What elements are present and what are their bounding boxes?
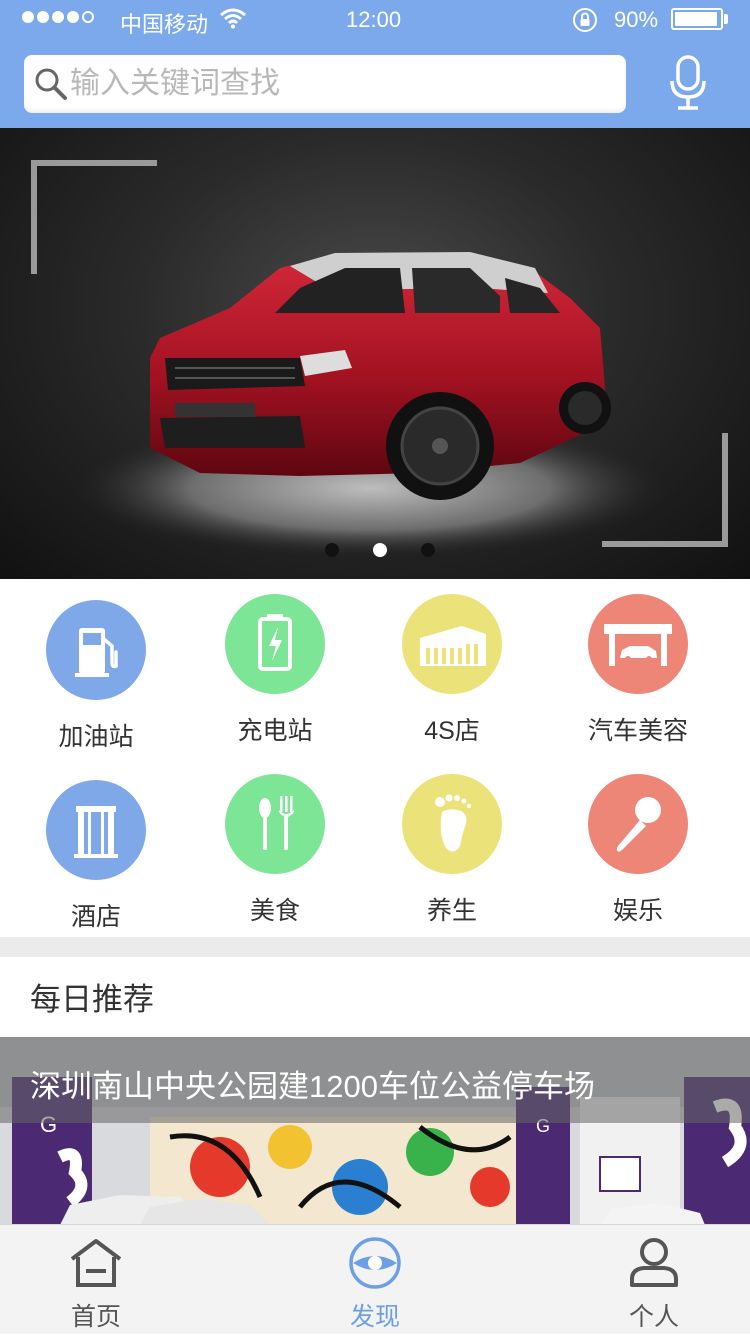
category-car-wash[interactable]: 汽车美容: [558, 579, 718, 749]
category-label: 4S店: [424, 717, 480, 745]
gas-station-icon: [46, 600, 146, 700]
carrier-name: 中国移动: [120, 12, 209, 37]
frame-corner-top-left: [31, 160, 157, 274]
category-food[interactable]: 美食: [195, 759, 355, 929]
tab-label: 个人: [628, 1303, 679, 1331]
tab-label: 首页: [70, 1303, 121, 1331]
carousel-indicators[interactable]: [325, 543, 435, 557]
charging-station-icon: [225, 594, 325, 694]
category-label: 酒店: [70, 903, 121, 931]
daily-recommendation-heading: 每日推荐: [30, 982, 154, 1017]
discover-eye-icon: [349, 1237, 401, 1289]
article-title-overlay: 深圳南山中央公园建1200车位公益停车场: [0, 1037, 750, 1123]
carousel-dot[interactable]: [325, 543, 339, 557]
hotel-icon: [46, 780, 146, 880]
dealership-icon: [402, 594, 502, 694]
search-input[interactable]: [70, 63, 610, 105]
category-label: 加油站: [58, 723, 134, 751]
food-icon: [225, 774, 325, 874]
battery-icon: [671, 8, 723, 30]
rotation-lock-icon: [573, 8, 597, 32]
category-charging-station[interactable]: 充电站: [195, 579, 355, 749]
category-entertainment[interactable]: 娱乐: [558, 759, 718, 929]
status-bar: 中国移动 12:00 90%: [0, 0, 750, 40]
bottom-tab-bar: 首页 发现 个人: [0, 1224, 750, 1334]
banner-carousel[interactable]: [0, 128, 750, 579]
tab-home[interactable]: 首页: [16, 1225, 176, 1335]
foot-massage-icon: [402, 774, 502, 874]
tab-label: 发现: [349, 1303, 400, 1331]
carousel-dot-active[interactable]: [373, 543, 387, 557]
user-icon: [630, 1238, 678, 1287]
category-gas-station[interactable]: 加油站: [16, 585, 176, 755]
category-label: 充电站: [237, 717, 313, 745]
header: 中国移动 12:00 90%: [0, 0, 750, 128]
category-label: 美食: [249, 897, 300, 925]
category-grid: 加油站 充电站 4S店 汽车美容 酒店 美食 养生 娱乐: [0, 579, 750, 937]
signal-strength-icon: [22, 11, 94, 23]
carousel-dot[interactable]: [421, 543, 435, 557]
search-icon: [35, 68, 67, 100]
battery-percentage: 90%: [614, 7, 659, 32]
tab-profile[interactable]: 个人: [574, 1225, 734, 1335]
recommendation-card[interactable]: G G 深圳南山中央公园建1200车位公益停车场: [0, 1037, 750, 1225]
clock: 12:00: [346, 7, 402, 32]
category-label: 娱乐: [612, 897, 663, 925]
category-label: 养生: [426, 897, 477, 925]
category-hotel[interactable]: 酒店: [16, 765, 176, 935]
section-divider: [0, 937, 750, 957]
battery-tip: [724, 14, 728, 24]
microphone-icon: [588, 774, 688, 874]
search-bar[interactable]: [24, 55, 626, 113]
voice-search-microphone-icon[interactable]: [668, 55, 708, 111]
car-wash-icon: [588, 594, 688, 694]
article-title[interactable]: 深圳南山中央公园建1200车位公益停车场: [30, 1061, 595, 1106]
category-dealership[interactable]: 4S店: [372, 579, 532, 749]
wifi-icon: [220, 8, 246, 29]
home-icon: [70, 1239, 122, 1287]
tab-discover[interactable]: 发现: [295, 1225, 455, 1335]
frame-corner-bottom-right: [602, 433, 728, 547]
category-wellness[interactable]: 养生: [372, 759, 532, 929]
category-label: 汽车美容: [587, 717, 688, 745]
